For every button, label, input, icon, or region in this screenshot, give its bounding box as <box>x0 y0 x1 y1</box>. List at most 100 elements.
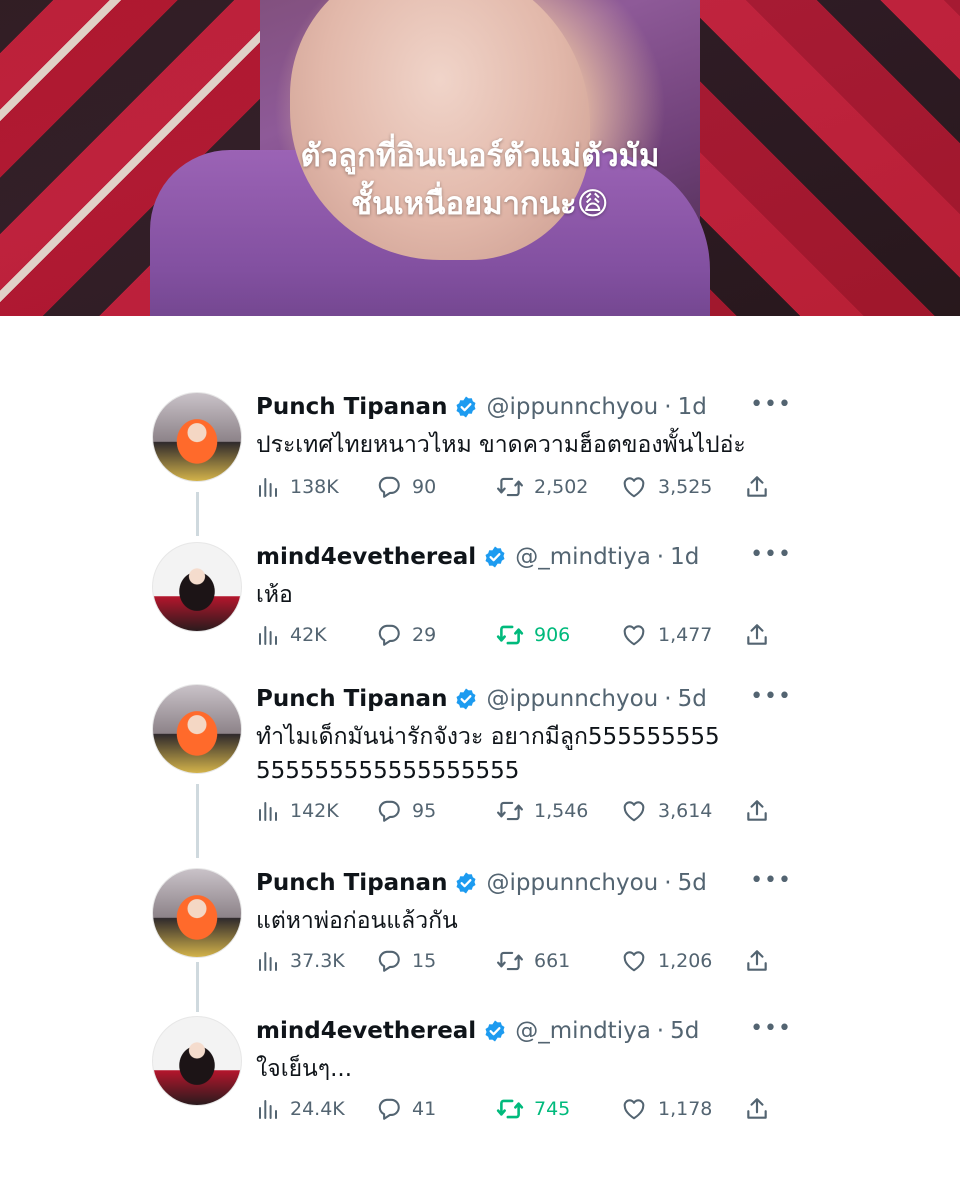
tweet-actions: 24.4K 41 745 1,178 <box>256 1094 776 1124</box>
like-button[interactable]: 1,206 <box>620 946 712 976</box>
retweet-icon <box>497 801 523 821</box>
share-button[interactable] <box>744 472 770 502</box>
share-button[interactable] <box>744 796 770 826</box>
separator-dot: · <box>664 394 672 420</box>
tweet-thread: Punch Tipanan @ippunnchyou · 1d ••• ประเ… <box>0 316 960 1200</box>
more-dots-icon[interactable]: ••• <box>750 868 792 893</box>
more-dots-icon[interactable]: ••• <box>750 1016 792 1041</box>
separator-dot: · <box>656 1018 665 1044</box>
heart-icon <box>623 951 645 972</box>
like-button[interactable]: 1,178 <box>620 1094 712 1124</box>
like-count: 1,178 <box>658 1098 713 1120</box>
avatar[interactable] <box>152 684 242 774</box>
more-dots-icon[interactable]: ••• <box>750 684 792 709</box>
timestamp[interactable]: 1d <box>670 544 699 570</box>
share-button[interactable] <box>744 620 770 650</box>
views-button[interactable]: 142K <box>256 796 339 826</box>
tweet-actions: 138K 90 2,502 3,525 <box>256 472 776 502</box>
display-name[interactable]: Punch Tipanan <box>256 686 447 712</box>
timestamp[interactable]: 5d <box>678 870 707 896</box>
views-count: 142K <box>290 800 339 822</box>
views-button[interactable]: 24.4K <box>256 1094 345 1124</box>
views-button[interactable]: 138K <box>256 472 339 502</box>
share-button[interactable] <box>744 1094 770 1124</box>
retweet-icon <box>496 1099 524 1119</box>
display-name[interactable]: Punch Tipanan <box>256 394 447 420</box>
views-count: 37.3K <box>290 950 345 972</box>
retweet-count: 906 <box>534 624 571 646</box>
reply-button[interactable]: 41 <box>376 1094 436 1124</box>
like-button[interactable]: 3,525 <box>620 472 712 502</box>
user-handle[interactable]: @ippunnchyou <box>486 686 658 712</box>
views-count: 138K <box>290 476 339 498</box>
retweet-count: 1,546 <box>534 800 589 822</box>
tweet-header: Punch Tipanan @ippunnchyou · 5d <box>256 868 707 898</box>
chart-bars-icon <box>259 626 277 645</box>
user-handle[interactable]: @_mindtiya <box>515 544 651 570</box>
retweet-count: 661 <box>534 950 571 972</box>
tweet[interactable]: mind4evethereal @_mindtiya · 1d ••• เห้อ… <box>152 542 802 662</box>
views-button[interactable]: 42K <box>256 620 327 650</box>
tweet[interactable]: Punch Tipanan @ippunnchyou · 1d ••• ประเ… <box>152 392 802 512</box>
share-upload-icon <box>747 476 767 497</box>
timestamp[interactable]: 5d <box>670 1018 699 1044</box>
reply-button[interactable]: 15 <box>376 946 436 976</box>
tweet[interactable]: Punch Tipanan @ippunnchyou · 5d ••• ทำไม… <box>152 684 802 844</box>
retweet-button[interactable]: 1,546 <box>496 796 588 826</box>
avatar[interactable] <box>152 392 242 482</box>
retweet-count: 745 <box>534 1098 571 1120</box>
more-dots-icon[interactable]: ••• <box>750 542 792 567</box>
chart-bars-icon <box>259 478 277 497</box>
retweet-button[interactable]: 906 <box>496 620 570 650</box>
display-name[interactable]: mind4evethereal <box>256 544 476 570</box>
like-button[interactable]: 3,614 <box>620 796 712 826</box>
tweet[interactable]: Punch Tipanan @ippunnchyou · 5d ••• แต่ห… <box>152 868 802 988</box>
heart-icon <box>623 625 645 646</box>
timestamp[interactable]: 1d <box>678 394 707 420</box>
like-button[interactable]: 1,477 <box>620 620 712 650</box>
reply-count: 41 <box>412 1098 437 1120</box>
retweet-button[interactable]: 745 <box>496 1094 570 1124</box>
verified-badge-icon <box>483 1019 507 1043</box>
timestamp[interactable]: 5d <box>678 686 707 712</box>
retweet-button[interactable]: 661 <box>496 946 570 976</box>
like-count: 3,525 <box>658 476 713 498</box>
speech-bubble-icon <box>378 624 400 646</box>
retweet-count: 2,502 <box>534 476 589 498</box>
views-button[interactable]: 37.3K <box>256 946 345 976</box>
tweet-text: เห้อ <box>256 582 293 608</box>
user-handle[interactable]: @ippunnchyou <box>486 870 658 896</box>
retweet-button[interactable]: 2,502 <box>496 472 588 502</box>
user-handle[interactable]: @_mindtiya <box>515 1018 651 1044</box>
share-button[interactable] <box>744 946 770 976</box>
chart-bars-icon <box>259 1100 277 1119</box>
reply-count: 29 <box>412 624 437 646</box>
display-name[interactable]: Punch Tipanan <box>256 870 447 896</box>
chart-bars-icon <box>259 802 277 821</box>
share-upload-icon <box>747 950 767 971</box>
reply-button[interactable]: 95 <box>376 796 436 826</box>
tweet[interactable]: mind4evethereal @_mindtiya · 5d ••• ใจเย… <box>152 1016 802 1136</box>
reply-count: 90 <box>412 476 437 498</box>
user-handle[interactable]: @ippunnchyou <box>486 394 658 420</box>
avatar[interactable] <box>152 868 242 958</box>
speech-bubble-icon <box>378 800 400 822</box>
retweet-icon <box>497 951 523 971</box>
avatar[interactable] <box>152 1016 242 1106</box>
tweet-text: ใจเย็นๆ... <box>256 1056 353 1082</box>
heart-icon <box>623 477 645 498</box>
photo-caption-line-1: ตัวลูกที่อินเนอร์ตัวแม่ตัวมัม <box>300 138 660 174</box>
speech-bubble-icon <box>378 950 400 972</box>
tweet-header: Punch Tipanan @ippunnchyou · 1d <box>256 392 707 422</box>
tweet-header: Punch Tipanan @ippunnchyou · 5d <box>256 684 707 714</box>
display-name[interactable]: mind4evethereal <box>256 1018 476 1044</box>
reply-button[interactable]: 29 <box>376 620 436 650</box>
avatar[interactable] <box>152 542 242 632</box>
header-photo: ตัวลูกที่อินเนอร์ตัวแม่ตัวมัม ชั้นเหนื่อ… <box>0 0 960 316</box>
more-dots-icon[interactable]: ••• <box>750 392 792 417</box>
speech-bubble-icon <box>378 476 400 498</box>
speech-bubble-icon <box>378 1098 400 1120</box>
reply-button[interactable]: 90 <box>376 472 436 502</box>
tweet-actions: 37.3K 15 661 1,206 <box>256 946 776 976</box>
verified-badge-icon <box>483 545 507 569</box>
